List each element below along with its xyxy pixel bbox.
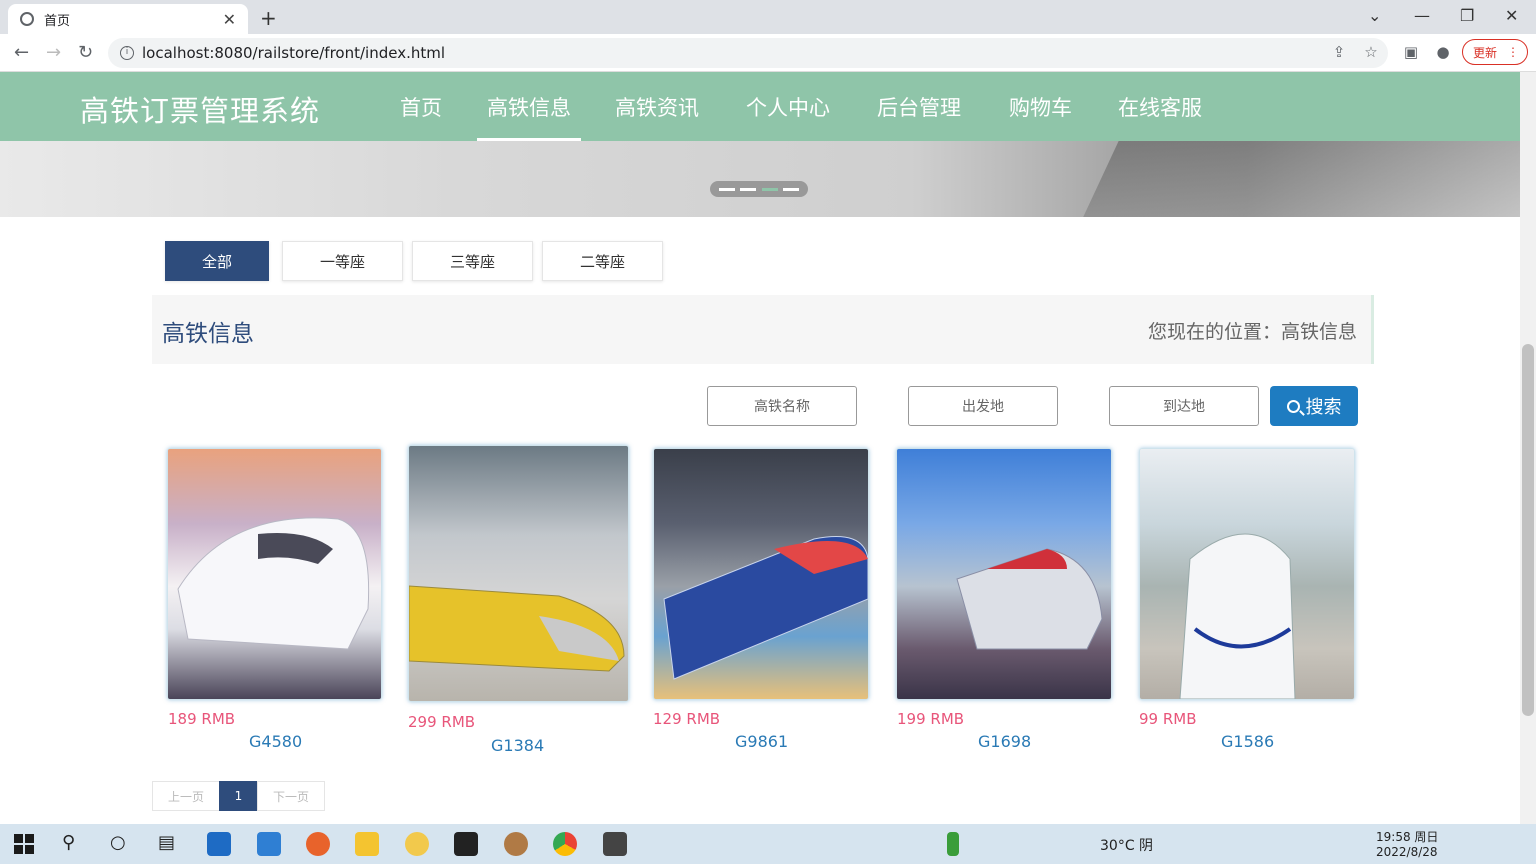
train-price: 299 RMB: [408, 713, 476, 731]
globe-icon: [20, 12, 34, 26]
sidepanel-icon[interactable]: ▣: [1402, 43, 1420, 61]
scrollbar-thumb[interactable]: [1522, 344, 1534, 716]
train-image[interactable]: [653, 448, 869, 700]
breadcrumb-prefix: 您现在的位置：: [1147, 321, 1281, 343]
train-price: 199 RMB: [897, 710, 965, 728]
close-icon[interactable]: ✕: [223, 10, 236, 29]
train-illustration: [956, 548, 1103, 650]
forward-icon[interactable]: →: [46, 42, 61, 63]
new-tab-icon[interactable]: +: [260, 6, 277, 30]
task-view-icon[interactable]: ▤: [158, 832, 175, 853]
train-name[interactable]: G1384: [491, 736, 544, 755]
banner-image: [1072, 141, 1520, 217]
section-title-bar: 高铁信息 您现在的位置：高铁信息: [152, 295, 1374, 364]
train-illustration: [663, 536, 868, 680]
category-all[interactable]: 全部: [165, 241, 269, 281]
store-icon[interactable]: [207, 832, 231, 856]
share-icon[interactable]: ⇪: [1330, 43, 1348, 61]
update-label: 更新: [1473, 45, 1498, 60]
pagination-next[interactable]: 下一页: [257, 781, 325, 811]
more-icon: ⋮: [1507, 45, 1520, 59]
profile-icon[interactable]: ●: [1434, 43, 1452, 61]
minimize-icon[interactable]: —: [1414, 6, 1430, 25]
clock-date[interactable]: 2022/8/28: [1376, 845, 1438, 859]
back-icon[interactable]: ←: [14, 42, 29, 63]
site-logo[interactable]: 高铁订票管理系统: [80, 88, 320, 130]
train-illustration: [409, 585, 625, 672]
chrome-icon[interactable]: [553, 832, 577, 856]
app-icon[interactable]: [405, 832, 429, 856]
train-price: 129 RMB: [653, 710, 721, 728]
app-icon[interactable]: [603, 832, 627, 856]
train-name[interactable]: G1586: [1221, 732, 1274, 751]
info-icon[interactable]: i: [120, 46, 134, 60]
star-icon[interactable]: ☆: [1362, 43, 1380, 61]
carousel-dot[interactable]: [718, 187, 735, 191]
train-name[interactable]: G1698: [978, 732, 1031, 751]
carousel-dot[interactable]: [740, 187, 757, 191]
nav-online-service[interactable]: 在线客服: [1118, 92, 1202, 122]
nav-admin[interactable]: 后台管理: [877, 92, 961, 122]
intellij-icon[interactable]: [454, 832, 478, 856]
train-price: 99 RMB: [1139, 710, 1197, 728]
breadcrumb-current[interactable]: 高铁信息: [1281, 321, 1357, 343]
battery-icon[interactable]: [947, 832, 959, 856]
reload-icon[interactable]: ↻: [78, 42, 93, 63]
site-header: 高铁订票管理系统 首页 高铁信息 高铁资讯 个人中心 后台管理 购物车 在线客服: [0, 72, 1520, 141]
url-input[interactable]: i localhost:8080/railstore/front/index.h…: [108, 38, 1388, 68]
pagination-prev[interactable]: 上一页: [152, 781, 220, 811]
search-button-label: 搜索: [1305, 397, 1342, 418]
browser-tab[interactable]: 首页 ✕: [8, 4, 248, 34]
carousel-indicators: [710, 181, 808, 197]
train-image[interactable]: [408, 445, 629, 702]
clock-time[interactable]: 19:58 周日: [1376, 828, 1438, 845]
nav-train-news[interactable]: 高铁资讯: [615, 92, 699, 122]
firefox-icon[interactable]: [306, 832, 330, 856]
restore-icon[interactable]: ❐: [1460, 6, 1474, 25]
file-explorer-icon[interactable]: [355, 832, 379, 856]
train-illustration: [177, 517, 370, 650]
app-icon[interactable]: [504, 832, 528, 856]
chevron-down-icon[interactable]: ⌄: [1368, 6, 1381, 25]
category-third-class[interactable]: 三等座: [412, 241, 533, 281]
search-icon[interactable]: ⚲: [62, 832, 75, 853]
weather-text[interactable]: 30°C 阴: [1100, 835, 1153, 855]
cortana-icon[interactable]: ○: [110, 832, 126, 853]
address-bar-row: ← → ↻ i localhost:8080/railstore/front/i…: [0, 34, 1536, 72]
departure-input[interactable]: 出发地: [908, 386, 1058, 426]
pagination-current[interactable]: 1: [219, 781, 258, 811]
page-title: 高铁信息: [162, 321, 254, 347]
train-name-input[interactable]: 高铁名称: [707, 386, 857, 426]
train-image[interactable]: [167, 448, 382, 700]
search-button[interactable]: 搜索: [1270, 386, 1358, 426]
banner-carousel: [0, 141, 1520, 217]
train-name[interactable]: G4580: [249, 732, 302, 751]
nav-cart[interactable]: 购物车: [1009, 92, 1072, 122]
train-illustration: [1179, 533, 1296, 699]
carousel-dot-active[interactable]: [761, 187, 778, 191]
tab-title: 首页: [44, 13, 71, 29]
nav-personal-center[interactable]: 个人中心: [746, 92, 830, 122]
category-first-class[interactable]: 一等座: [282, 241, 403, 281]
window-close-icon[interactable]: ✕: [1505, 6, 1518, 25]
train-name[interactable]: G9861: [735, 732, 788, 751]
nav-train-info[interactable]: 高铁信息: [477, 92, 581, 141]
destination-input[interactable]: 到达地: [1109, 386, 1259, 426]
train-image[interactable]: [1139, 448, 1355, 700]
train-price: 189 RMB: [168, 710, 236, 728]
category-second-class[interactable]: 二等座: [542, 241, 663, 281]
windows-start-icon[interactable]: [14, 834, 34, 854]
nav-home[interactable]: 首页: [400, 92, 442, 122]
mail-icon[interactable]: [257, 832, 281, 856]
url-text: localhost:8080/railstore/front/index.htm…: [142, 44, 446, 62]
browser-tab-bar: 首页 ✕ + ⌄ — ❐ ✕: [0, 0, 1536, 34]
search-icon: [1286, 399, 1300, 413]
breadcrumb: 您现在的位置：高铁信息: [1148, 317, 1357, 344]
update-button[interactable]: 更新 ⋮: [1462, 39, 1528, 65]
train-image[interactable]: [896, 448, 1112, 700]
carousel-dot[interactable]: [783, 187, 800, 191]
